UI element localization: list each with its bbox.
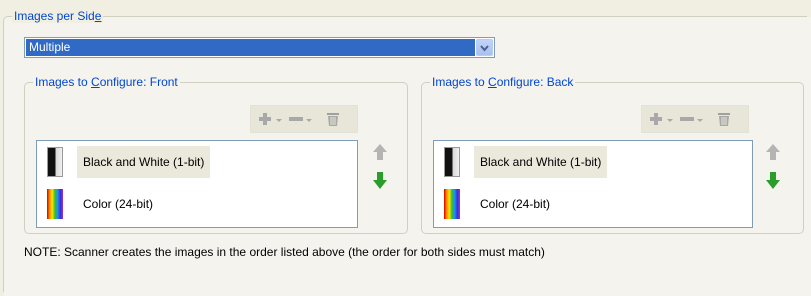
arrow-down-icon (766, 172, 780, 189)
front-toolbar (250, 105, 358, 133)
move-down-button[interactable] (368, 168, 392, 194)
color-icon (444, 189, 460, 219)
black-white-icon (47, 147, 63, 177)
list-item[interactable]: Black and White (1-bit) (37, 141, 357, 183)
move-down-button[interactable] (761, 168, 785, 194)
front-image-list[interactable]: Black and White (1-bit) Color (24-bit) (36, 140, 358, 228)
list-item[interactable]: Color (24-bit) (37, 183, 357, 225)
list-item-label: Black and White (1-bit) (474, 146, 608, 178)
move-up-button[interactable] (368, 140, 392, 166)
arrow-up-icon (373, 144, 387, 160)
trash-icon[interactable] (716, 111, 732, 127)
list-item[interactable]: Color (24-bit) (434, 183, 752, 225)
trash-icon[interactable] (325, 111, 341, 127)
remove-image-icon[interactable] (678, 111, 704, 127)
images-per-side-legend: Images per Side (12, 9, 104, 23)
arrow-up-icon (766, 144, 780, 160)
add-image-icon[interactable] (648, 111, 674, 127)
list-item-label: Color (24-bit) (480, 197, 551, 211)
images-to-configure-back-group: Images to Configure: Back Black and Whit… (421, 75, 804, 234)
remove-image-icon[interactable] (287, 111, 313, 127)
black-white-icon (444, 147, 460, 177)
list-item-label: Color (24-bit) (83, 197, 154, 211)
move-up-button[interactable] (761, 140, 785, 166)
order-note: NOTE: Scanner creates the images in the … (24, 245, 545, 259)
list-item-label: Black and White (1-bit) (77, 146, 211, 178)
images-per-side-dropdown[interactable]: Multiple (24, 37, 495, 58)
back-image-list[interactable]: Black and White (1-bit) Color (24-bit) (433, 140, 753, 228)
back-panel-legend: Images to Configure: Back (430, 75, 576, 89)
back-toolbar (641, 105, 749, 133)
add-image-icon[interactable] (257, 111, 283, 127)
color-icon (47, 189, 63, 219)
list-item[interactable]: Black and White (1-bit) (434, 141, 752, 183)
front-panel-legend: Images to Configure: Front (33, 75, 180, 89)
arrow-down-icon (373, 172, 387, 189)
chevron-down-icon[interactable] (476, 39, 493, 56)
images-to-configure-front-group: Images to Configure: Front Black and Whi… (24, 75, 408, 234)
dropdown-selected-value: Multiple (26, 39, 475, 56)
